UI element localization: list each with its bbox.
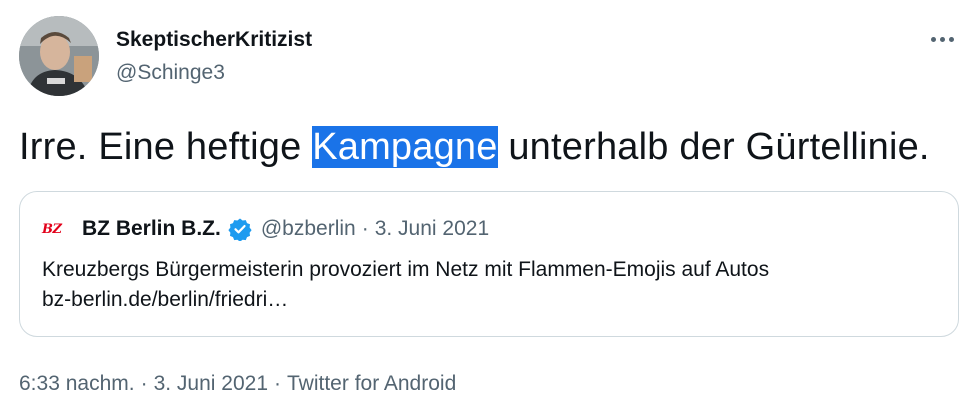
quoted-tweet-text: Kreuzbergs Bürgermeisterin provoziert im… bbox=[42, 258, 770, 281]
quoted-tweet-card[interactable]: BZ BZ Berlin B.Z. @bzberlin · 3. Juni 20… bbox=[19, 191, 959, 337]
author-display-name[interactable]: SkeptischerKritizist bbox=[116, 27, 312, 53]
quoted-tweet-link[interactable]: bz-berlin.de/berlin/friedri… bbox=[42, 285, 769, 315]
more-dot bbox=[939, 36, 945, 42]
author-handle[interactable]: @Schinge3 bbox=[116, 60, 225, 86]
tweet-text-highlighted: Kampagne bbox=[312, 126, 498, 168]
tweet-time[interactable]: 6:33 nachm. bbox=[19, 372, 135, 395]
quoted-author-handle: @bzberlin bbox=[260, 217, 356, 240]
tweet-text-after: unterhalb der Gürtellinie. bbox=[497, 126, 930, 168]
quoted-tweet-body: Kreuzbergs Bürgermeisterin provoziert im… bbox=[42, 255, 769, 315]
more-horizontal-icon bbox=[930, 36, 936, 42]
verified-badge-icon bbox=[228, 217, 252, 242]
tweet-date[interactable]: 3. Juni 2021 bbox=[154, 372, 268, 395]
quoted-tweet-header: BZ BZ Berlin B.Z. @bzberlin · 3. Juni 20… bbox=[42, 214, 489, 244]
tweet-source[interactable]: Twitter for Android bbox=[287, 372, 456, 395]
more-dot bbox=[948, 36, 954, 42]
tweet-meta: 6:33 nachm. · 3. Juni 2021 · Twitter for And… bbox=[19, 370, 456, 398]
avatar[interactable] bbox=[19, 16, 99, 96]
tweet-text-before: Irre. Eine heftige bbox=[19, 126, 313, 168]
meta-separator: · bbox=[140, 372, 148, 395]
quoted-separator: · bbox=[361, 217, 369, 240]
bz-logo-icon: BZ bbox=[42, 221, 62, 237]
user-photo-avatar bbox=[19, 16, 99, 96]
more-options-button[interactable] bbox=[922, 24, 962, 54]
tweet-text: Irre. Eine heftige Kampagne unterhalb de… bbox=[19, 123, 930, 171]
meta-separator: · bbox=[274, 372, 282, 395]
quoted-author-name[interactable]: BZ Berlin B.Z. bbox=[82, 217, 221, 241]
quoted-date[interactable]: 3. Juni 2021 bbox=[375, 217, 489, 241]
